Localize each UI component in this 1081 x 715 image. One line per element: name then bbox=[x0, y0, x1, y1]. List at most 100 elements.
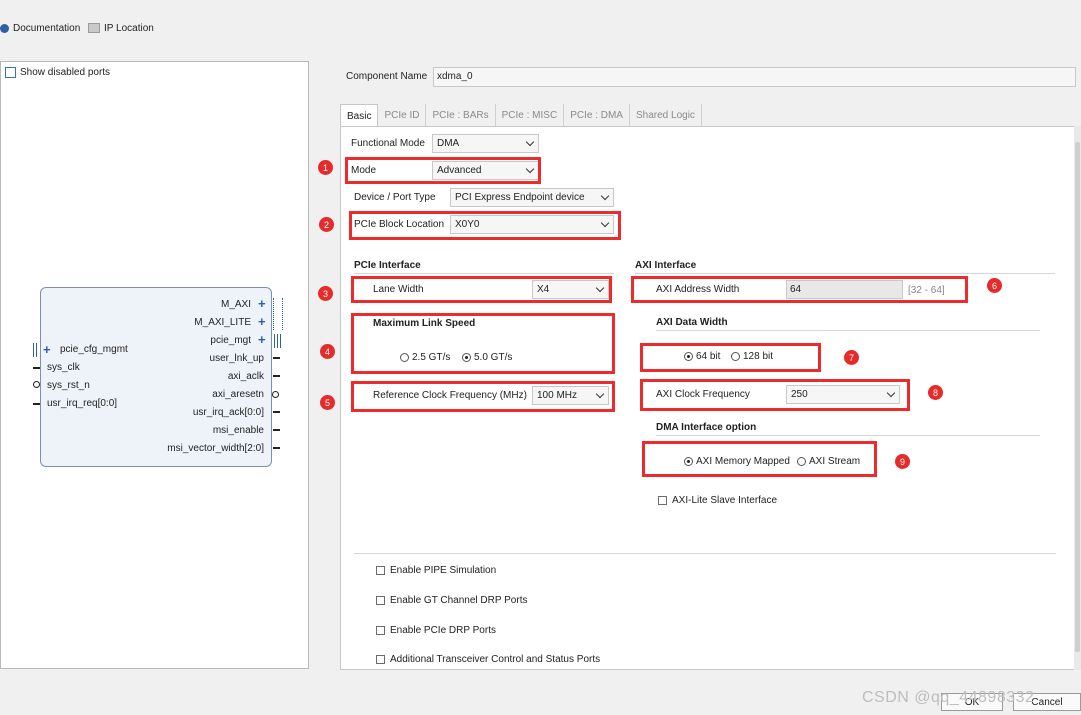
component-name-input[interactable]: xdma_0 bbox=[433, 67, 1076, 87]
axi-lite-slave-option[interactable]: AXI-Lite Slave Interface bbox=[658, 495, 777, 506]
port-msi-enable: msi_enable bbox=[212, 425, 264, 436]
port-usr-irq-ack: usr_irq_ack[0:0] bbox=[192, 407, 264, 418]
expand-m-axi-icon[interactable]: + bbox=[258, 297, 266, 310]
port-pcie-cfg-mgmt: pcie_cfg_mgmt bbox=[60, 344, 128, 355]
pin-msi-enable-icon bbox=[273, 429, 280, 431]
tab-pcie-id[interactable]: PCIe ID bbox=[378, 104, 427, 126]
tab-pcie-bars[interactable]: PCIe : BARs bbox=[426, 104, 496, 126]
port-sys-rst-n: sys_rst_n bbox=[47, 380, 90, 391]
pin-usr-irq-req-icon bbox=[33, 403, 40, 405]
pin-user-lnk-up-icon bbox=[273, 357, 280, 359]
functional-mode-value: DMA bbox=[437, 138, 460, 149]
axi-lite-slave-checkbox[interactable] bbox=[658, 496, 667, 505]
bus-line-icon bbox=[33, 343, 34, 357]
badge-9: 9 bbox=[895, 454, 910, 469]
pin-sys-clk-icon bbox=[33, 367, 40, 369]
show-disabled-ports-label: Show disabled ports bbox=[20, 67, 111, 78]
port-m-axi-lite: M_AXI_LITE bbox=[194, 317, 251, 328]
pin-sys-rst-n-icon bbox=[33, 381, 40, 388]
config-tabs: Basic PCIe ID PCIe : BARs PCIe : MISC PC… bbox=[340, 104, 702, 127]
show-disabled-ports-checkbox[interactable] bbox=[5, 67, 16, 78]
port-axi-aclk: axi_aclk bbox=[227, 371, 264, 382]
show-disabled-ports-toggle[interactable]: Show disabled ports bbox=[5, 67, 110, 78]
divider bbox=[656, 330, 1040, 331]
annotation-box-block-location bbox=[349, 211, 621, 240]
enable-gt-drp-option[interactable]: Enable GT Channel DRP Ports bbox=[376, 595, 527, 606]
divider bbox=[635, 273, 1055, 274]
additional-transceiver-option[interactable]: Additional Transceiver Control and Statu… bbox=[376, 654, 600, 665]
pin-usr-irq-ack-icon bbox=[273, 411, 280, 413]
port-m-axi: M_AXI bbox=[220, 299, 251, 310]
port-user-lnk-up: user_lnk_up bbox=[209, 353, 264, 364]
annotation-box-dma-interface bbox=[642, 441, 877, 477]
divider bbox=[354, 553, 1056, 554]
additional-transceiver-checkbox[interactable] bbox=[376, 655, 385, 664]
badge-3: 3 bbox=[318, 286, 333, 301]
scrollbar-thumb[interactable] bbox=[1075, 142, 1080, 652]
pin-msi-vector-width-icon bbox=[273, 447, 280, 449]
pcie-interface-title: PCIe Interface bbox=[354, 260, 421, 271]
device-port-type-select[interactable]: PCI Express Endpoint device bbox=[450, 188, 614, 207]
xdma-ip-symbol[interactable]: M_AXI M_AXI_LITE pcie_mgt user_lnk_up ax… bbox=[40, 287, 272, 467]
annotation-box-clock-freq bbox=[640, 379, 910, 411]
enable-pipe-simulation-checkbox[interactable] bbox=[376, 566, 385, 575]
expand-m-axi-lite-icon[interactable]: + bbox=[258, 315, 266, 328]
pin-axi-aclk-icon bbox=[273, 375, 280, 377]
enable-pcie-drp-checkbox[interactable] bbox=[376, 626, 385, 635]
bus-line-icon bbox=[280, 334, 281, 348]
ip-location-button[interactable]: IP Location bbox=[88, 21, 154, 35]
expand-pcie-cfg-mgmt-icon[interactable]: + bbox=[43, 343, 51, 356]
pin-axi-aresetn-icon bbox=[272, 391, 279, 398]
enable-pipe-simulation-label: Enable PIPE Simulation bbox=[390, 565, 497, 576]
tab-pcie-dma[interactable]: PCIe : DMA bbox=[564, 104, 630, 126]
axi-interface-title: AXI Interface bbox=[635, 260, 697, 271]
documentation-label: Documentation bbox=[13, 22, 81, 34]
axi-bus-connector-icon bbox=[273, 298, 283, 330]
enable-pcie-drp-option[interactable]: Enable PCIe DRP Ports bbox=[376, 625, 496, 636]
badge-2: 2 bbox=[319, 217, 334, 232]
divider bbox=[354, 273, 614, 274]
bus-line-icon bbox=[36, 343, 37, 357]
annotation-box-data-width bbox=[640, 343, 821, 372]
badge-8: 8 bbox=[928, 385, 943, 400]
enable-gt-drp-label: Enable GT Channel DRP Ports bbox=[390, 595, 528, 606]
enable-pcie-drp-label: Enable PCIe DRP Ports bbox=[390, 625, 496, 636]
folder-icon bbox=[88, 23, 100, 33]
expand-pcie-mgt-icon[interactable]: + bbox=[258, 333, 266, 346]
divider bbox=[656, 435, 1040, 436]
chevron-down-icon bbox=[600, 191, 610, 201]
port-msi-vector-width: msi_vector_width[2:0] bbox=[167, 443, 264, 454]
csdn-watermark: CSDN @qq_44898332 bbox=[862, 689, 1035, 706]
port-pcie-mgt: pcie_mgt bbox=[210, 335, 251, 346]
axi-lite-slave-label: AXI-Lite Slave Interface bbox=[672, 495, 778, 506]
enable-gt-drp-checkbox[interactable] bbox=[376, 596, 385, 605]
bus-line-icon bbox=[274, 334, 275, 348]
dma-interface-title: DMA Interface option bbox=[656, 422, 757, 433]
device-port-type-label: Device / Port Type bbox=[354, 192, 436, 203]
annotation-box-lane-width bbox=[351, 276, 612, 303]
documentation-icon bbox=[0, 23, 9, 33]
bus-line-icon bbox=[277, 334, 278, 348]
component-name-label: Component Name bbox=[346, 71, 428, 82]
badge-5: 5 bbox=[320, 395, 335, 410]
functional-mode-select[interactable]: DMA bbox=[432, 134, 539, 153]
badge-6: 6 bbox=[987, 278, 1002, 293]
badge-1: 1 bbox=[318, 160, 333, 175]
port-usr-irq-req: usr_irq_req[0:0] bbox=[47, 398, 118, 409]
enable-pipe-simulation-option[interactable]: Enable PIPE Simulation bbox=[376, 565, 496, 576]
device-port-type-value: PCI Express Endpoint device bbox=[455, 192, 585, 203]
tab-shared-logic[interactable]: Shared Logic bbox=[630, 104, 702, 126]
documentation-menu[interactable]: Documentation bbox=[0, 21, 80, 35]
tab-basic[interactable]: Basic bbox=[340, 104, 379, 127]
annotation-box-address-width bbox=[631, 276, 968, 303]
annotation-box-link-speed bbox=[351, 313, 615, 374]
badge-7: 7 bbox=[844, 350, 859, 365]
ip-location-label: IP Location bbox=[104, 22, 154, 34]
annotation-box-ref-clock bbox=[351, 381, 615, 412]
axi-data-width-title: AXI Data Width bbox=[656, 317, 728, 328]
chevron-down-icon bbox=[525, 137, 535, 147]
additional-transceiver-label: Additional Transceiver Control and Statu… bbox=[390, 654, 601, 665]
annotation-box-mode bbox=[345, 157, 541, 184]
functional-mode-label: Functional Mode bbox=[351, 138, 425, 149]
tab-pcie-misc[interactable]: PCIe : MISC bbox=[496, 104, 565, 126]
